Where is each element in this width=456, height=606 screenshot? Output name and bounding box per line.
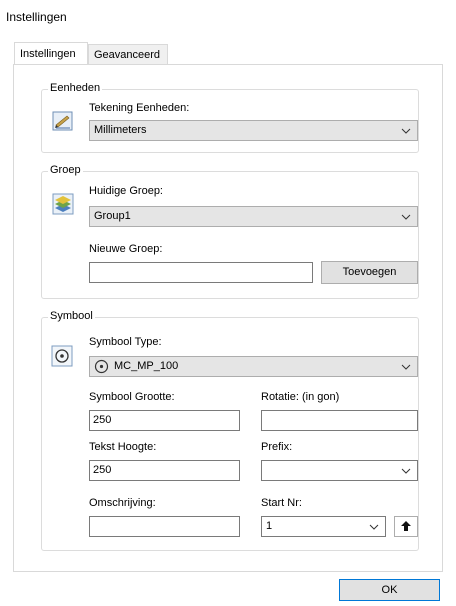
prefix-label: Prefix: [261,441,293,453]
chevron-down-icon [401,364,411,370]
symbool-group-label: Symbool [48,310,95,322]
rotatie-label: Rotatie: (in gon) [261,391,340,403]
chevron-down-icon [401,468,411,474]
tab-panel: Eenheden Tekening Eenheden: Millimeters … [13,64,443,572]
tekst-hoogte-input[interactable]: 250 [89,460,240,481]
symbool-grootte-input[interactable]: 250 [89,410,240,431]
start-nr-value: 1 [266,520,273,532]
tekening-eenheden-select[interactable]: Millimeters [89,120,418,141]
symbool-type-select[interactable]: MC_MP_100 [89,356,418,377]
tab-geavanceerd[interactable]: Geavanceerd [88,44,168,64]
rotatie-input[interactable] [261,410,418,431]
prefix-select[interactable] [261,460,418,481]
increment-button[interactable] [394,516,418,537]
arrow-up-icon [401,521,411,531]
tekst-hoogte-label: Tekst Hoogte: [89,441,157,453]
symbool-type-value: MC_MP_100 [114,360,179,372]
start-nr-select[interactable]: 1 [261,516,386,537]
omschrijving-label: Omschrijving: [89,497,156,509]
symbool-grootte-label: Symbool Grootte: [89,391,175,403]
huidige-groep-select[interactable]: Group1 [89,206,418,227]
eenheden-group-label: Eenheden [48,82,103,94]
chevron-down-icon [401,128,411,134]
ok-button[interactable]: OK [339,579,440,601]
symbool-type-label: Symbool Type: [89,336,162,348]
circle-target-icon [94,359,109,374]
tab-instellingen[interactable]: Instellingen [14,42,88,64]
tekening-eenheden-label: Tekening Eenheden: [89,102,190,114]
settings-dialog: Instellingen Instellingen Geavanceerd Ee… [0,0,456,606]
nieuwe-groep-input[interactable] [89,262,313,283]
tekening-eenheden-value: Millimeters [94,124,147,136]
start-nr-label: Start Nr: [261,497,302,509]
layers-icon [52,193,74,215]
groep-group-label: Groep [48,164,83,176]
chevron-down-icon [401,214,411,220]
circle-target-icon [51,345,73,367]
omschrijving-input[interactable] [89,516,240,537]
huidige-groep-label: Huidige Groep: [89,185,163,197]
huidige-groep-value: Group1 [94,210,131,222]
drawing-units-icon [52,110,74,132]
toevoegen-button[interactable]: Toevoegen [321,261,418,284]
nieuwe-groep-label: Nieuwe Groep: [89,243,163,255]
chevron-down-icon [369,524,379,530]
window-title: Instellingen [6,10,67,24]
